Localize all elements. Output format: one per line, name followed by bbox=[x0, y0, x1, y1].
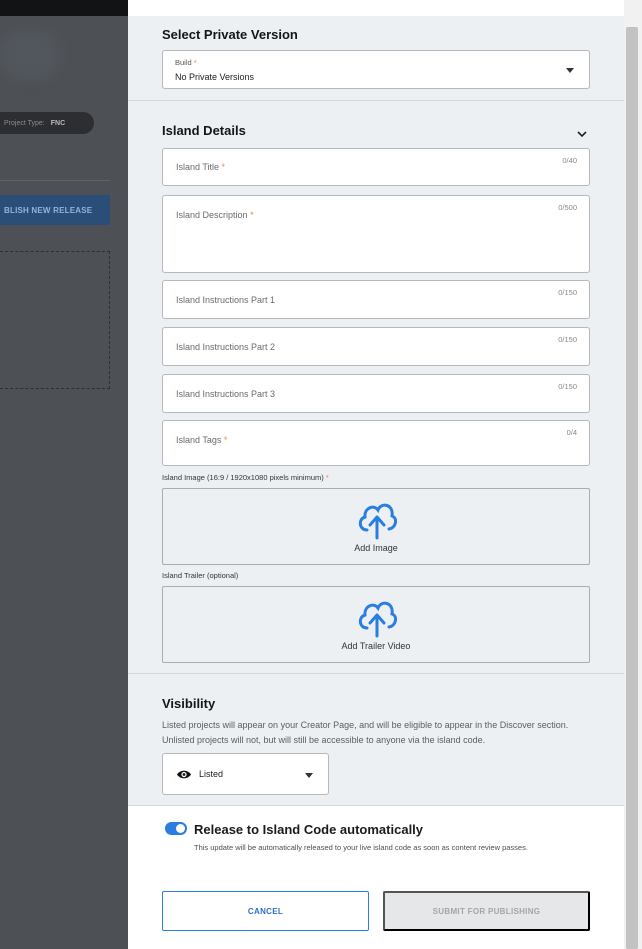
project-type-label: Project Type: bbox=[4, 119, 45, 127]
island-image-label: Island Image (16:9 / 1920x1080 pixels mi… bbox=[162, 473, 329, 482]
field-label: Island Tags * bbox=[176, 435, 228, 445]
field-label: Island Title * bbox=[176, 162, 226, 172]
modal-footer: Release to Island Code automatically Thi… bbox=[128, 806, 624, 949]
background-page: Project Type: FNC BLISH NEW RELEASE bbox=[0, 0, 128, 949]
required-marker: * bbox=[193, 58, 197, 67]
submit-for-publishing-button[interactable]: SUBMIT FOR PUBLISHING bbox=[383, 891, 590, 931]
caret-down-icon bbox=[305, 773, 313, 778]
publish-new-release-button: BLISH NEW RELEASE bbox=[0, 195, 110, 225]
visibility-title: Visibility bbox=[162, 696, 216, 711]
island-tags-field[interactable]: Island Tags * 0/4 bbox=[162, 420, 590, 466]
char-count: 0/150 bbox=[558, 382, 577, 391]
publish-modal: Select Private Version Build * No Privat… bbox=[128, 0, 624, 949]
cloud-upload-icon bbox=[358, 601, 397, 638]
toggle-knob bbox=[176, 824, 185, 833]
island-title-field[interactable]: Island Title * 0/40 bbox=[162, 148, 590, 186]
chevron-down-icon[interactable] bbox=[576, 128, 588, 140]
visibility-description: Listed projects will appear on your Crea… bbox=[162, 720, 569, 745]
island-instructions-2-field[interactable]: Island Instructions Part 2 0/150 bbox=[162, 327, 590, 366]
background-blur bbox=[0, 30, 60, 80]
section-divider bbox=[128, 100, 624, 101]
cloud-upload-icon bbox=[358, 503, 397, 540]
build-label: Build * bbox=[175, 58, 197, 67]
modal-top-strip bbox=[128, 0, 624, 16]
island-instructions-1-field[interactable]: Island Instructions Part 1 0/150 bbox=[162, 280, 590, 319]
release-toggle-description: This update will be automatically releas… bbox=[194, 843, 528, 852]
release-toggle-label: Release to Island Code automatically bbox=[194, 822, 424, 837]
scrollbar[interactable] bbox=[624, 0, 642, 949]
build-value: No Private Versions bbox=[175, 72, 255, 82]
private-version-title: Select Private Version bbox=[162, 27, 298, 42]
visibility-value: Listed bbox=[199, 769, 224, 779]
char-count: 0/40 bbox=[562, 156, 577, 165]
scrollbar-thumb[interactable] bbox=[626, 27, 638, 949]
field-label: Island Instructions Part 1 bbox=[176, 295, 276, 305]
add-image-label: Add Image bbox=[354, 543, 398, 553]
section-divider bbox=[128, 673, 624, 674]
eye-icon bbox=[177, 770, 191, 779]
char-count: 0/150 bbox=[558, 335, 577, 344]
add-trailer-label: Add Trailer Video bbox=[341, 641, 411, 651]
project-type-value: FNC bbox=[50, 119, 66, 127]
island-details-title: Island Details bbox=[162, 123, 246, 138]
char-count: 0/4 bbox=[566, 428, 577, 437]
background-dropzone bbox=[0, 251, 110, 389]
background-top-bar bbox=[0, 0, 128, 16]
island-description-field[interactable]: Island Description * 0/500 bbox=[162, 195, 590, 273]
add-image-dropzone[interactable]: Add Image bbox=[162, 488, 590, 565]
release-auto-toggle[interactable] bbox=[165, 822, 187, 835]
char-count: 0/500 bbox=[558, 203, 577, 212]
background-divider bbox=[0, 180, 110, 181]
field-label: Island Description * bbox=[176, 210, 254, 220]
island-instructions-3-field[interactable]: Island Instructions Part 3 0/150 bbox=[162, 374, 590, 413]
visibility-select[interactable]: Listed bbox=[162, 753, 329, 795]
field-label: Island Instructions Part 3 bbox=[176, 389, 276, 399]
build-select[interactable]: Build * No Private Versions bbox=[162, 50, 590, 89]
project-type-pill: Project Type: FNC bbox=[0, 112, 94, 134]
field-label: Island Instructions Part 2 bbox=[176, 342, 276, 352]
cancel-button[interactable]: CANCEL bbox=[162, 891, 369, 931]
island-trailer-label: Island Trailer (optional) bbox=[162, 571, 239, 580]
add-trailer-dropzone[interactable]: Add Trailer Video bbox=[162, 586, 590, 663]
caret-down-icon bbox=[566, 68, 574, 73]
char-count: 0/150 bbox=[558, 288, 577, 297]
